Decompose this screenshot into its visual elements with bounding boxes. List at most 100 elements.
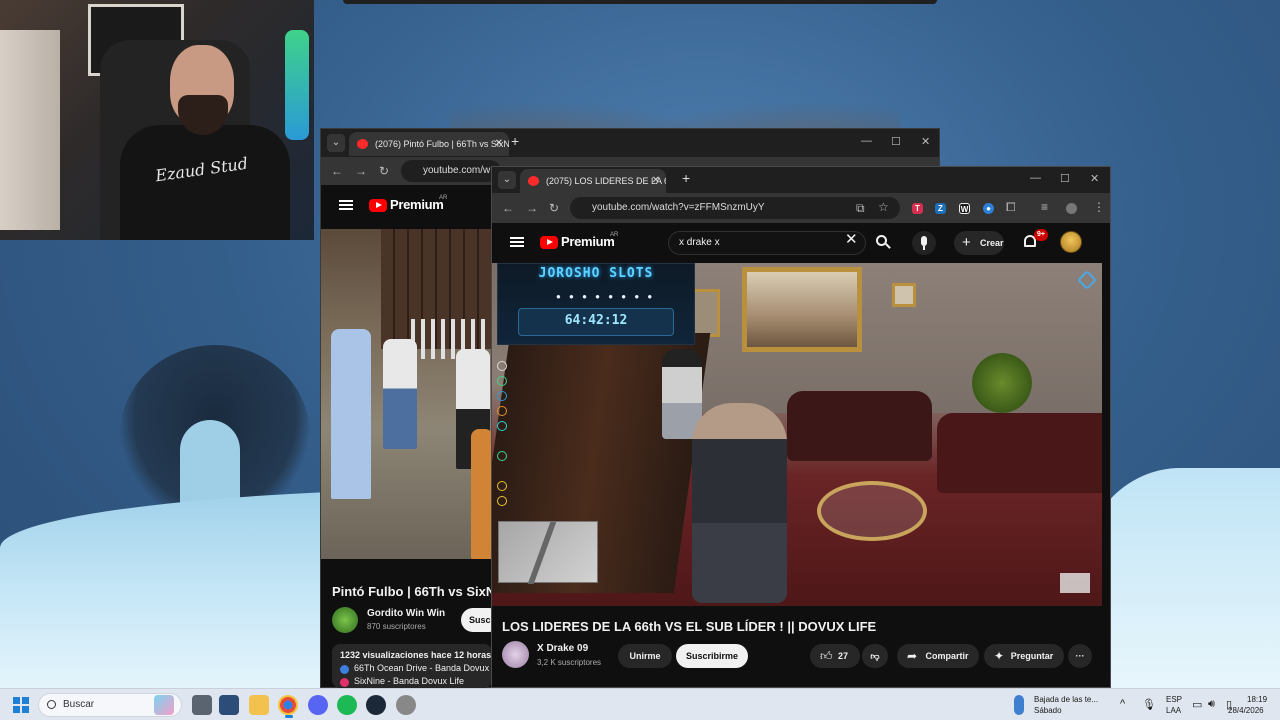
channel-avatar[interactable]: [502, 641, 529, 668]
dislike-button[interactable]: 👎︎: [862, 644, 888, 668]
youtube-logo-icon[interactable]: [369, 199, 387, 212]
ask-label: Preguntar: [1010, 651, 1054, 661]
widgets-app-icon[interactable]: [219, 695, 239, 715]
hud-status-icon: [497, 406, 507, 416]
extension-icon[interactable]: W: [959, 203, 970, 214]
video-scene-sofa: [937, 413, 1102, 493]
url-text: youtube.com/w: [423, 165, 491, 176]
back-icon[interactable]: ←: [331, 164, 343, 178]
channel-name[interactable]: X Drake 09: [537, 643, 588, 654]
share-button[interactable]: ➦ Compartir: [897, 644, 979, 668]
browser-menu-icon[interactable]: ⋮: [1093, 200, 1105, 214]
language-indicator[interactable]: ESP: [1166, 695, 1182, 704]
network-icon[interactable]: ▭: [1192, 698, 1202, 711]
minimize-icon[interactable]: —: [861, 135, 872, 147]
like-count: 27: [837, 651, 848, 661]
webcam-rgb-light: [285, 30, 309, 140]
task-view-icon[interactable]: [192, 695, 212, 715]
extensions-puzzle-icon[interactable]: ⧠: [1006, 200, 1016, 215]
hud-status-icon: [497, 496, 507, 506]
voice-search-mic-icon[interactable]: [912, 231, 936, 255]
subscriber-count: 3,2 K suscriptores: [537, 658, 602, 667]
browser-window-front[interactable]: ⌄ (2075) LOS LIDERES DE LA 66 ✕ + — ☐ ✕ …: [491, 166, 1111, 688]
extension-icon[interactable]: T: [912, 203, 923, 214]
channel-avatar[interactable]: [332, 607, 358, 633]
account-avatar[interactable]: [1060, 231, 1082, 253]
country-code: AR: [439, 195, 448, 201]
close-window-icon[interactable]: ✕: [921, 135, 930, 148]
youtube-premium-brand[interactable]: Premium: [390, 197, 444, 212]
tab-search-dropdown[interactable]: ⌄: [327, 134, 345, 152]
tab-video-back[interactable]: (2076) Pintó Fulbo | 66Th vs SixN ✕: [349, 132, 509, 156]
hud-status-icon: [497, 376, 507, 386]
active-app-indicator: [285, 715, 293, 718]
search-icon-handle: [885, 243, 891, 249]
volume-icon[interactable]: 🔊︎: [1208, 698, 1215, 711]
hud-status-icon: [497, 361, 507, 371]
weather-thermometer-icon[interactable]: [1014, 695, 1024, 715]
url-field[interactable]: youtube.com/w: [401, 160, 501, 182]
search-highlight-icon[interactable]: [154, 695, 174, 715]
video-scene-plant: [972, 353, 1032, 413]
close-tab-icon[interactable]: ✕: [495, 132, 503, 156]
reload-icon[interactable]: ↻: [379, 164, 389, 178]
spotify-icon[interactable]: [337, 695, 357, 715]
media-controls-icon[interactable]: ≡: [1041, 200, 1048, 214]
share-label: Compartir: [925, 651, 969, 661]
ask-button[interactable]: ✦ Preguntar: [984, 644, 1064, 668]
extension-icon[interactable]: ●: [983, 203, 994, 214]
forward-icon[interactable]: →: [526, 201, 538, 215]
sparkle-icon: ✦: [994, 649, 1005, 663]
minimize-icon[interactable]: —: [1030, 172, 1041, 184]
profile-icon[interactable]: [1066, 203, 1077, 214]
join-button[interactable]: Unirme: [618, 644, 672, 668]
create-label: Crear: [980, 238, 1004, 248]
more-actions-button[interactable]: ···: [1068, 644, 1092, 668]
reload-icon[interactable]: ↻: [549, 201, 559, 215]
clear-search-icon[interactable]: ✕: [845, 230, 858, 248]
slots-title: JOROSHO SLOTS: [538, 266, 654, 281]
maximize-icon[interactable]: ☐: [1060, 172, 1070, 185]
bookmark-star-icon[interactable]: ☆: [878, 200, 889, 214]
microphone-icon[interactable]: 🎙︎: [1142, 698, 1156, 711]
url-field[interactable]: youtube.com/watch?v=zFFMSnzmUyY: [570, 197, 900, 219]
clock-time[interactable]: 18:19: [1247, 695, 1267, 704]
weather-title[interactable]: Bajada de las te...: [1034, 695, 1098, 704]
extension-icon[interactable]: Z: [935, 203, 946, 214]
channel-name[interactable]: Gordito Win Win: [367, 608, 445, 619]
youtube-logo-icon[interactable]: [540, 236, 558, 249]
video-player-back[interactable]: [321, 229, 493, 559]
chrome-icon[interactable]: [278, 695, 298, 715]
youtube-premium-brand[interactable]: Premium: [561, 234, 615, 249]
tab-title: (2076) Pintó Fulbo | 66Th vs SixN: [375, 139, 509, 149]
subscribe-button[interactable]: Suscribirme: [676, 644, 748, 668]
discord-icon[interactable]: [308, 695, 328, 715]
new-tab-icon[interactable]: +: [682, 170, 690, 186]
maximize-icon[interactable]: ☐: [891, 135, 901, 148]
tab-bar: ⌄ (2076) Pintó Fulbo | 66Th vs SixN ✕ + …: [321, 129, 939, 157]
search-input[interactable]: x drake x: [668, 231, 866, 255]
steam-icon[interactable]: [366, 695, 386, 715]
menu-icon[interactable]: [510, 237, 524, 247]
video-description[interactable]: 1232 visualizaciones hace 12 horas 66Th …: [332, 644, 492, 688]
clock-date: 28/4/2026: [1228, 706, 1264, 715]
tab-search-dropdown[interactable]: ⌄: [498, 171, 516, 189]
thumbs-up-icon: 👍︎: [820, 649, 833, 663]
forward-icon[interactable]: →: [355, 164, 367, 178]
create-button[interactable]: + Crear: [954, 231, 1004, 255]
cast-icon[interactable]: ⧉: [856, 201, 865, 216]
menu-icon[interactable]: [339, 200, 353, 210]
tab-video-front[interactable]: (2075) LOS LIDERES DE LA 66 ✕: [520, 169, 666, 193]
new-tab-icon[interactable]: +: [511, 133, 519, 149]
video-player[interactable]: JOROSHO SLOTS ● ● ● ● ● ● ● ● 64:42:12: [492, 263, 1102, 606]
file-explorer-icon[interactable]: [249, 695, 269, 715]
start-windows-icon[interactable]: [13, 697, 29, 713]
close-tab-icon[interactable]: ✕: [652, 169, 660, 193]
back-icon[interactable]: ←: [502, 201, 514, 215]
obs-icon[interactable]: [396, 695, 416, 715]
show-hidden-icons-chevron-icon[interactable]: ^: [1120, 698, 1125, 710]
description-line: SixNine - Banda Dovux Life: [354, 676, 465, 686]
close-window-icon[interactable]: ✕: [1090, 172, 1099, 185]
like-button[interactable]: 👍︎ 27: [810, 644, 860, 668]
search-button[interactable]: [866, 231, 900, 255]
